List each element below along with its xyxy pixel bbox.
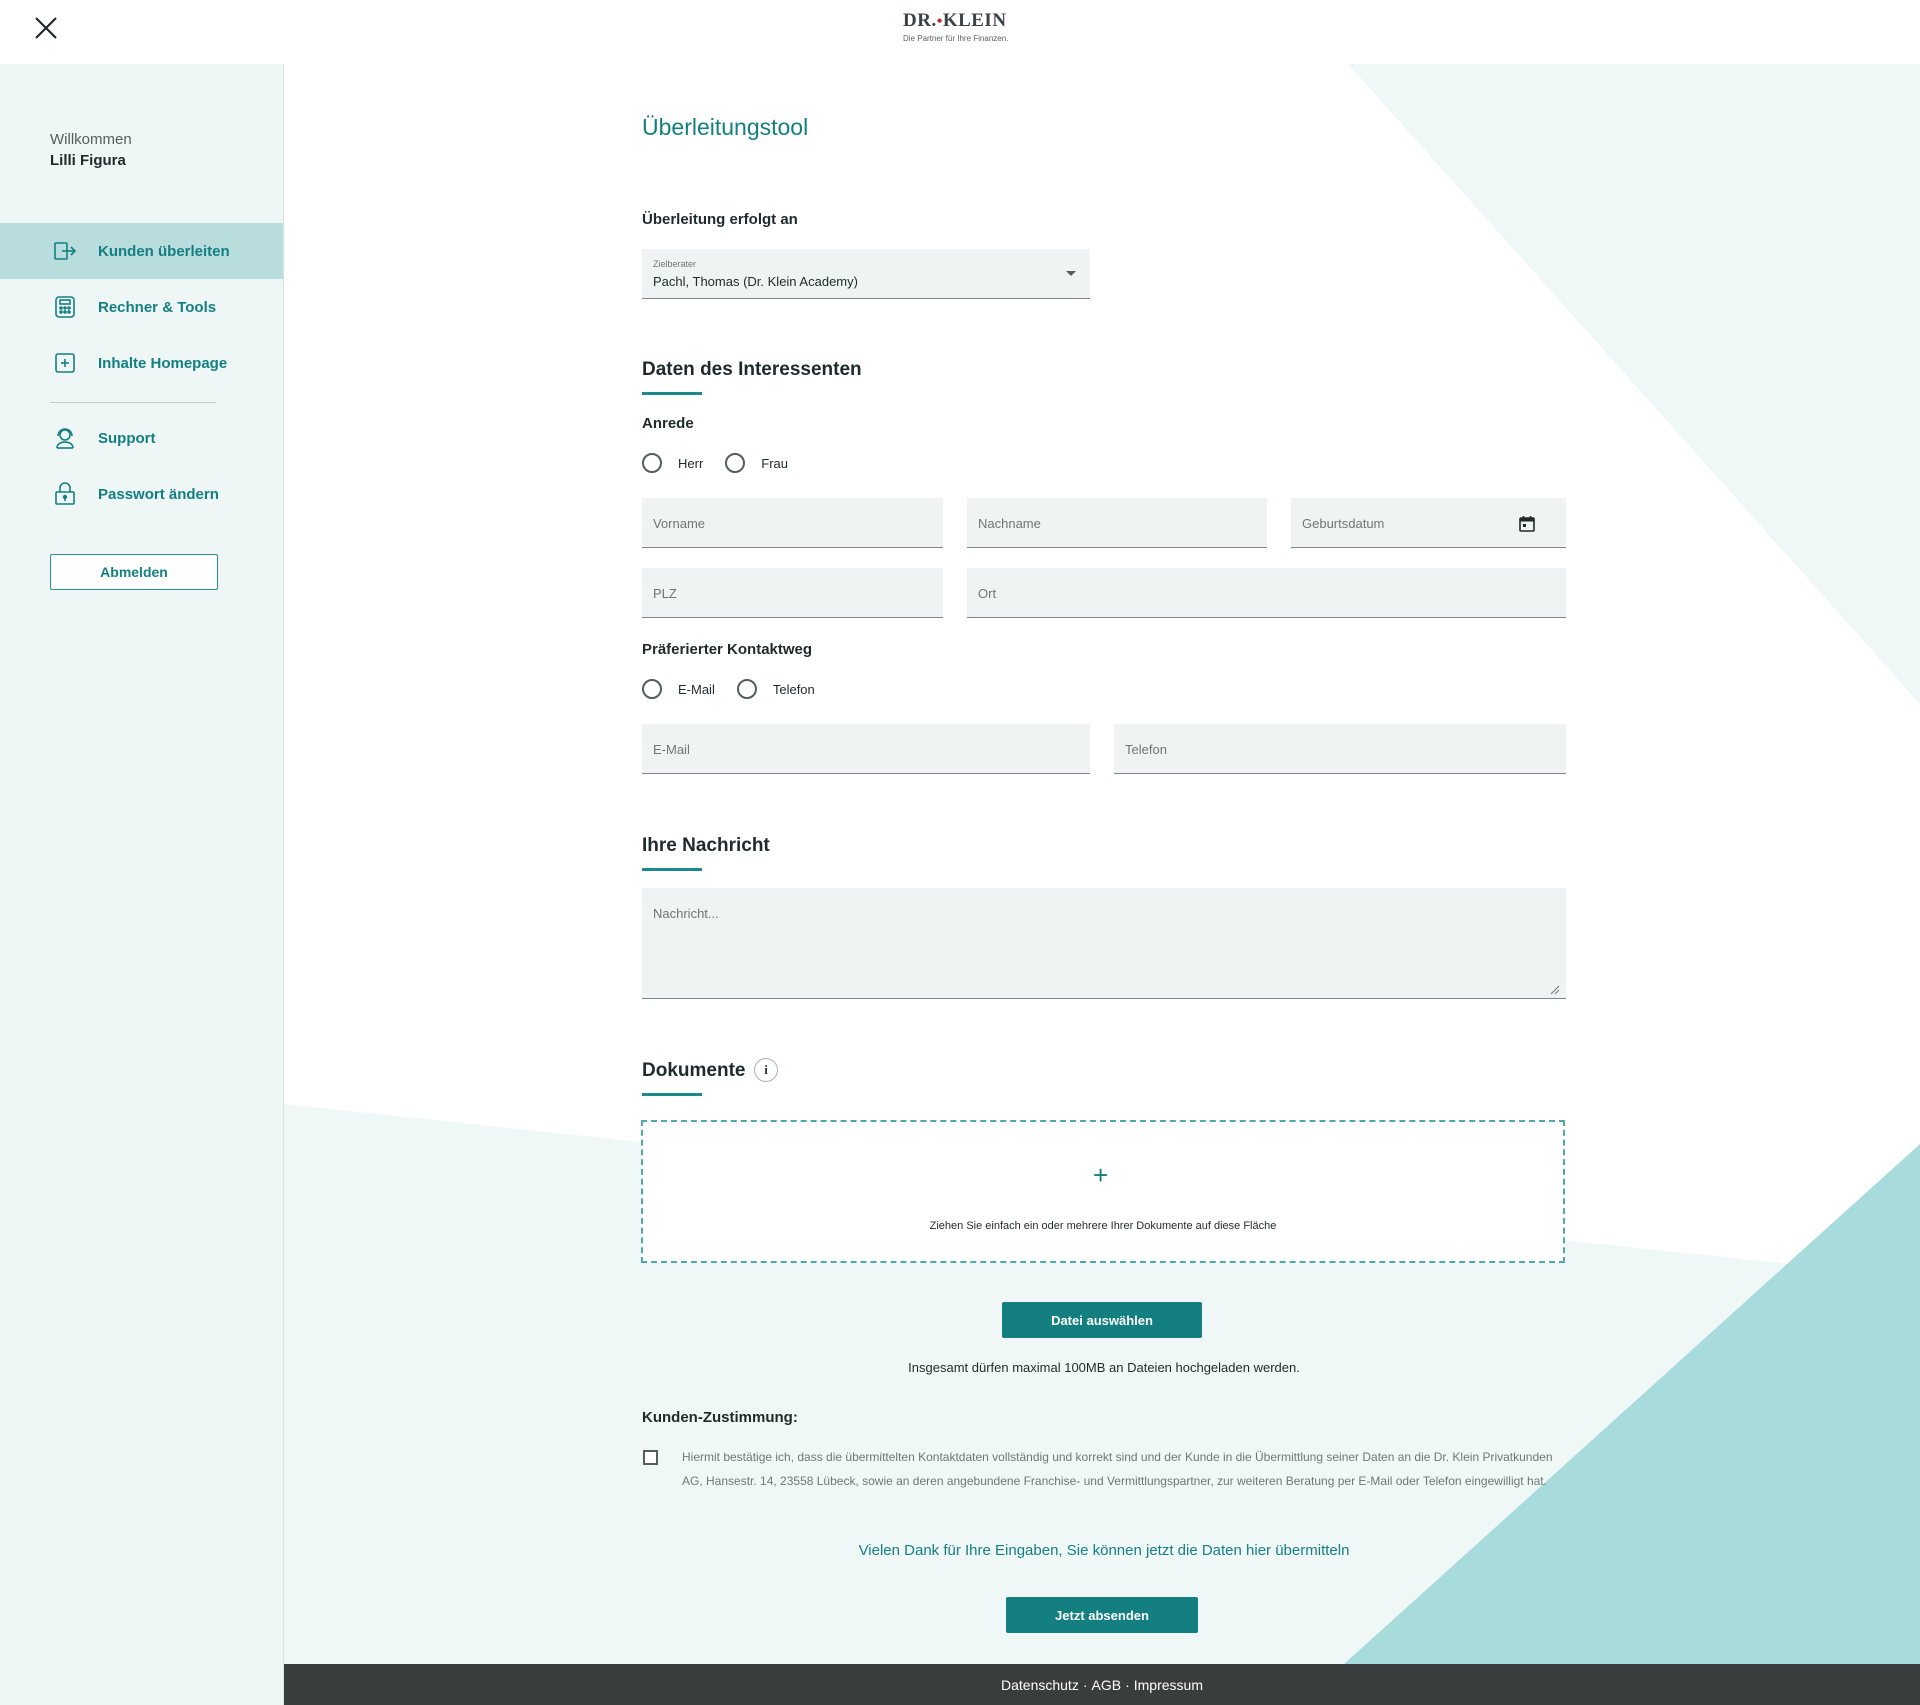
geburtsdatum-field[interactable]: Geburtsdatum (1291, 498, 1566, 548)
welcome-text: Willkommen (50, 131, 132, 148)
section-underline (642, 868, 702, 871)
radio-herr-label: Herr (678, 455, 704, 471)
advisor-select-label: Zielberater (653, 259, 697, 269)
plus-square-icon (53, 351, 77, 375)
page-title: Überleitungstool (642, 114, 809, 140)
header: DR.•KLEIN Die Partner für Ihre Finanzen. (0, 0, 1920, 64)
email-placeholder: E-Mail (653, 742, 690, 757)
plz-field[interactable]: PLZ (642, 568, 943, 618)
footer-link-impressum[interactable]: Impressum (1134, 1677, 1203, 1693)
exit-arrow-icon (53, 239, 77, 263)
resize-handle-icon[interactable] (1550, 982, 1560, 995)
vorname-field[interactable]: Vorname (642, 498, 943, 548)
submit-button[interactable]: Jetzt absenden (1006, 1597, 1198, 1633)
kontaktweg-label: Präferierter Kontaktweg (642, 641, 813, 658)
username: Lilli Figura (50, 152, 126, 169)
nav-divider (50, 402, 216, 403)
footer-link-datenschutz[interactable]: Datenschutz (1001, 1677, 1079, 1693)
logout-button[interactable]: Abmelden (50, 554, 218, 590)
plz-placeholder: PLZ (653, 586, 677, 601)
radio-email-label: E-Mail (678, 681, 715, 697)
section-underline (642, 392, 702, 395)
sidebar: Willkommen Lilli Figura Kunden überleite… (0, 64, 284, 1705)
logo-text-dr: DR. (903, 10, 937, 31)
kontaktweg-radio-group: E-Mail Telefon (642, 679, 837, 699)
consent-checkbox[interactable] (643, 1450, 658, 1465)
radio-telefon-label: Telefon (772, 681, 815, 697)
sidebar-item-label: Rechner & Tools (98, 298, 217, 316)
logo-text-klein: KLEIN (942, 10, 1007, 31)
sidebar-item-inhalte-homepage[interactable]: Inhalte Homepage (0, 335, 283, 391)
section-underline (642, 1093, 702, 1096)
chevron-down-icon (1066, 271, 1076, 276)
nachricht-textarea[interactable]: Nachricht... (642, 888, 1566, 999)
calculator-icon (53, 295, 77, 319)
nachname-placeholder: Nachname (978, 516, 1041, 531)
ort-placeholder: Ort (978, 586, 997, 601)
transfer-label: Überleitung erfolgt an (642, 211, 798, 228)
select-file-button[interactable]: Datei auswählen (1002, 1302, 1202, 1338)
lock-icon (53, 482, 77, 506)
consent-label: Kunden-Zustimmung: (642, 1409, 798, 1426)
radio-email[interactable] (642, 679, 662, 699)
ort-field[interactable]: Ort (967, 568, 1566, 618)
radio-frau-label: Frau (761, 455, 789, 471)
sidebar-item-kunden-ueberleiten[interactable]: Kunden überleiten (0, 223, 283, 279)
geburtsdatum-placeholder: Geburtsdatum (1302, 516, 1385, 531)
upload-note: Insgesamt dürfen maximal 100MB an Dateie… (908, 1360, 1300, 1375)
document-dropzone[interactable]: + Ziehen Sie einfach ein oder mehrere Ih… (641, 1120, 1565, 1263)
section-title-nachricht: Ihre Nachricht (642, 835, 770, 856)
radio-telefon[interactable] (736, 679, 757, 699)
sidebar-item-label: Inhalte Homepage (98, 354, 228, 372)
logo-tagline: Die Partner für Ihre Finanzen. (903, 34, 1009, 43)
sidebar-item-rechner-tools[interactable]: Rechner & Tools (0, 279, 283, 335)
advisor-select-value: Pachl, Thomas (Dr. Klein Academy) (653, 274, 858, 289)
telefon-field[interactable]: Telefon (1114, 724, 1566, 774)
anrede-radio-group: Herr Frau (642, 453, 810, 473)
thanks-text: Vielen Dank für Ihre Eingaben, Sie könne… (858, 1542, 1350, 1559)
footer-link-agb[interactable]: AGB (1092, 1677, 1122, 1693)
footer: Datenschutz · AGB · Impressum (284, 1664, 1920, 1705)
close-icon[interactable] (30, 12, 62, 44)
nachricht-placeholder: Nachricht... (653, 906, 719, 921)
footer-separator: · (1082, 1676, 1088, 1693)
sidebar-item-passwort-aendern[interactable]: Passwort ändern (0, 466, 283, 522)
info-icon[interactable]: i (754, 1058, 778, 1082)
dropzone-text: Ziehen Sie einfach ein oder mehrere Ihre… (929, 1220, 1277, 1232)
consent-text: Hiermit bestätige ich, dass die übermitt… (682, 1450, 1553, 1488)
sidebar-item-support[interactable]: Support (0, 410, 283, 466)
sidebar-item-label: Kunden überleiten (98, 242, 230, 260)
main-content: Überleitungstool Überleitung erfolgt an … (284, 64, 1920, 1664)
plus-icon: + (1093, 1160, 1109, 1190)
sidebar-item-label: Passwort ändern (98, 485, 219, 503)
radio-frau[interactable] (725, 453, 746, 473)
logo[interactable]: DR.•KLEIN Die Partner für Ihre Finanzen. (903, 10, 1023, 43)
vorname-placeholder: Vorname (653, 516, 706, 531)
calendar-icon[interactable] (1518, 515, 1536, 533)
headset-icon (53, 426, 77, 450)
advisor-select[interactable]: Zielberater Pachl, Thomas (Dr. Klein Aca… (642, 249, 1090, 299)
nachname-field[interactable]: Nachname (967, 498, 1267, 548)
email-field[interactable]: E-Mail (642, 724, 1090, 774)
sidebar-item-label: Support (98, 429, 156, 447)
telefon-placeholder: Telefon (1125, 742, 1167, 757)
anrede-label: Anrede (642, 415, 694, 432)
section-title-interessent: Daten des Interessenten (642, 359, 862, 380)
footer-separator: · (1125, 1676, 1130, 1693)
radio-herr[interactable] (642, 453, 662, 473)
section-title-dokumente: Dokumente (642, 1060, 746, 1081)
